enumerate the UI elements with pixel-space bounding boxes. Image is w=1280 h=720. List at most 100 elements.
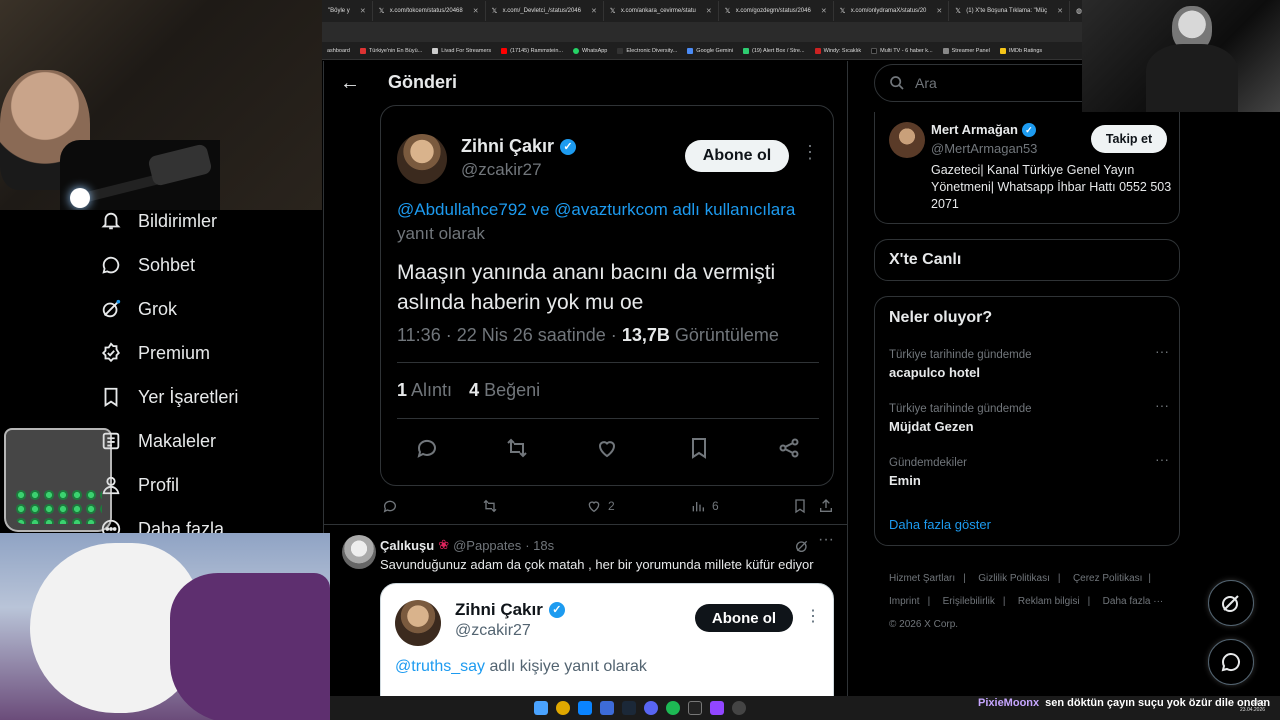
bookmark-item[interactable]: Livad For Streamers (427, 47, 496, 54)
close-icon[interactable]: ✕ (591, 7, 597, 15)
trend-item[interactable]: Türkiye tarihinde gündemde Müjdat Gezen … (889, 397, 1169, 434)
trend-item[interactable]: Gündemdekiler Emin ··· (889, 451, 1169, 488)
footer-more-link[interactable]: Daha fazla ··· (1103, 596, 1164, 607)
footer-link[interactable]: Reklam bilgisi (1018, 596, 1080, 607)
grok-icon[interactable] (794, 538, 810, 554)
system-clock[interactable]: 19:20 23.04.2026 (1240, 700, 1265, 714)
bookmark-item[interactable]: (19) Alert Box / Stre... (738, 47, 810, 54)
browser-tab[interactable]: ◍ahu (1070, 1, 1082, 21)
avatar[interactable] (397, 134, 447, 184)
author-name[interactable]: Zihni Çakır (455, 600, 543, 620)
avatar[interactable] (889, 122, 925, 158)
trend-item[interactable]: Türkiye tarihinde gündemde acapulco hote… (889, 343, 1169, 380)
share-button[interactable] (777, 436, 801, 460)
likes-stat[interactable]: 4 Beğeni (469, 380, 540, 400)
author-handle[interactable]: @MertArmagan53 (931, 141, 1037, 156)
app-icon[interactable] (600, 701, 614, 715)
footer-link[interactable]: Çerez Politikası (1073, 573, 1142, 584)
subscribe-button[interactable]: Abone ol (685, 140, 789, 172)
browser-tab[interactable]: 𝕏x.com/ankara_cevirme/statu ✕ (604, 1, 719, 21)
close-icon[interactable]: ✕ (706, 7, 712, 15)
spotify-icon[interactable] (666, 701, 680, 715)
footer-link[interactable]: Gizlilik Politikası (978, 573, 1050, 584)
bookmark-item[interactable]: ashboard (322, 48, 355, 54)
avatar[interactable] (395, 600, 441, 646)
epic-games-icon[interactable] (688, 701, 702, 715)
grok-fab-button[interactable] (1208, 580, 1254, 626)
sidebar-item-chat[interactable]: Sohbet (100, 250, 195, 280)
live-card[interactable]: X'te Canlı (874, 239, 1180, 281)
reply-to-mentions[interactable]: @truths_say (395, 658, 485, 675)
close-icon[interactable]: ✕ (1057, 7, 1063, 15)
footer-link[interactable]: Erişilebilirlik (943, 596, 995, 607)
bookmark-item[interactable]: (17145) Rammstein... (496, 47, 568, 54)
close-icon[interactable]: ✕ (936, 7, 942, 15)
bookmark-item[interactable]: Electronic Diversity... (612, 47, 682, 54)
like-button[interactable]: 2 (586, 498, 615, 514)
more-options-icon[interactable]: ··· (1155, 397, 1169, 413)
post-timestamp[interactable]: · 18s (525, 538, 554, 553)
author-handle[interactable]: @zcakir27 (461, 160, 542, 180)
subscribe-button[interactable]: Abone ol (695, 604, 793, 632)
sidebar-item-notifications[interactable]: Bildirimler (100, 206, 217, 236)
sidebar-item-articles[interactable]: Makaleler (100, 426, 216, 456)
browser-tab[interactable]: "Böyle y ✕ (322, 1, 373, 21)
quotes-stat[interactable]: 1 Alıntı (397, 380, 452, 400)
browser-tab[interactable]: 𝕏x.com/gozdegm/status/2046 ✕ (719, 1, 834, 21)
reply-button[interactable] (382, 498, 398, 514)
bookmark-item[interactable]: Türkiye'nin En Büyü... (355, 47, 427, 54)
back-arrow-icon[interactable]: ← (338, 71, 362, 95)
windows-start-icon[interactable] (534, 701, 548, 715)
author-name[interactable]: Zihni Çakır (461, 136, 554, 157)
quoted-post-card[interactable]: Zihni Çakır ✓ @zcakir27 Abone ol ⋮ @Abdu… (380, 105, 834, 486)
messages-fab-button[interactable] (1208, 639, 1254, 685)
more-options-icon[interactable]: ⋮ (805, 606, 821, 626)
steam-icon[interactable] (622, 701, 636, 715)
author-handle[interactable]: @Pappates (453, 538, 521, 553)
post-timestamp[interactable]: 11:36 · 22 Nis 26 saatinde · (397, 325, 617, 345)
reply-post[interactable]: Çalıkuşu ❀ @Pappates · 18s ··· Savunduğu… (324, 525, 847, 720)
twitch-icon[interactable] (710, 701, 724, 715)
sidebar-item-grok[interactable]: Grok (100, 294, 177, 324)
browser-tab[interactable]: 𝕏x.com/_Devletci_/status/2046 ✕ (486, 1, 604, 21)
edge-icon[interactable] (578, 701, 592, 715)
more-options-icon[interactable]: ⋮ (801, 142, 819, 163)
author-name[interactable]: Çalıkuşu (380, 538, 434, 553)
bookmark-button[interactable] (687, 436, 711, 460)
browser-tab[interactable]: 𝕏x.com/tokcem/status/20468 ✕ (373, 1, 486, 21)
footer-link[interactable]: Imprint (889, 596, 920, 607)
more-options-icon[interactable]: ··· (1155, 451, 1169, 467)
close-icon[interactable]: ✕ (473, 7, 479, 15)
reply-button[interactable] (415, 436, 439, 460)
more-options-icon[interactable]: ··· (1155, 343, 1169, 359)
footer-link[interactable]: Hizmet Şartları (889, 573, 955, 584)
sidebar-item-bookmarks[interactable]: Yer İşaretleri (100, 382, 238, 412)
views-button[interactable]: 6 (690, 498, 719, 514)
avatar[interactable] (342, 535, 376, 569)
like-button[interactable] (595, 436, 619, 460)
bookmark-item[interactable]: Windy: Sıcaklık (810, 47, 867, 54)
discord-icon[interactable] (644, 701, 658, 715)
bookmark-item[interactable]: IMDb Ratings (995, 47, 1047, 54)
author-handle[interactable]: @zcakir27 (455, 622, 531, 640)
close-icon[interactable]: ✕ (821, 7, 827, 15)
bookmark-item[interactable]: Multi TV - 6 haber k... (866, 47, 937, 54)
repost-button[interactable] (482, 498, 498, 514)
follow-button[interactable]: Takip et (1091, 125, 1167, 153)
bookmark-item[interactable]: Google Gemini (682, 47, 738, 54)
address-bar[interactable] (322, 22, 1082, 42)
bookmark-button[interactable] (792, 498, 808, 514)
bookmark-item[interactable]: Streamer Panel (938, 47, 995, 54)
share-button[interactable] (818, 498, 834, 514)
obs-icon[interactable] (732, 701, 746, 715)
show-more-link[interactable]: Daha fazla göster (889, 517, 991, 532)
browser-tab[interactable]: 𝕏x.com/onlydramaX/status/20 ✕ (834, 1, 950, 21)
repost-button[interactable] (505, 436, 529, 460)
browser-tab[interactable]: 𝕏 (1) X'te Boşuna Tıklama: "Müç ✕ (949, 1, 1071, 21)
more-options-icon[interactable]: ··· (818, 531, 834, 549)
author-name[interactable]: Mert Armağan (931, 122, 1018, 137)
chrome-icon[interactable] (556, 701, 570, 715)
sidebar-item-premium[interactable]: Premium (100, 338, 210, 368)
bookmark-item[interactable]: WhatsApp (568, 47, 612, 54)
reply-to-mentions[interactable]: @Abdullahce792 ve @avazturkcom adlı kull… (397, 200, 795, 220)
